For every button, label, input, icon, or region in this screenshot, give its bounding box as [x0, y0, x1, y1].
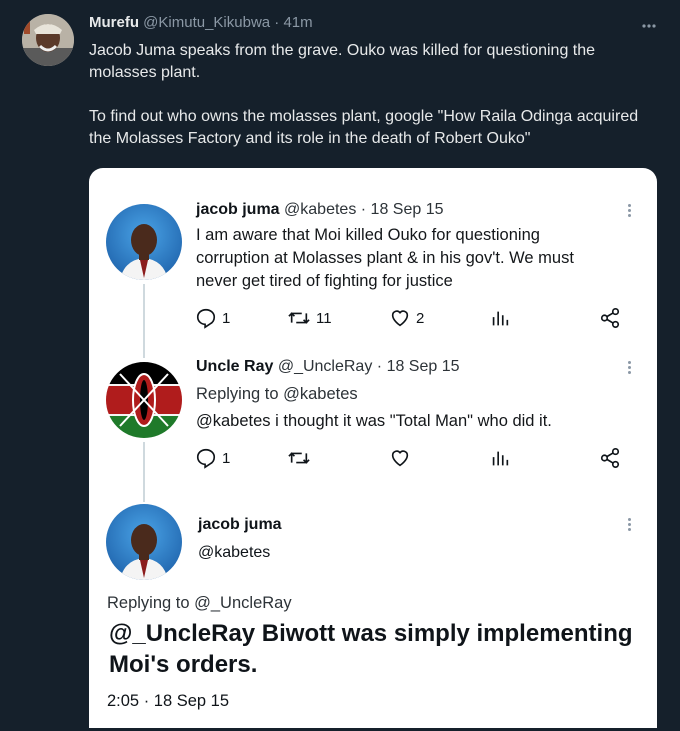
analytics-button[interactable] — [489, 306, 511, 330]
user-handle[interactable]: @kabetes — [284, 201, 356, 218]
dot-separator: · — [376, 358, 383, 375]
display-name[interactable]: jacob juma — [198, 516, 282, 534]
reply-count: 1 — [222, 309, 231, 327]
like-count: 2 — [416, 309, 425, 327]
outer-tweet-text: Jacob Juma speaks from the grave. Ouko w… — [89, 40, 659, 172]
reply-count: 1 — [222, 449, 231, 467]
analytics-icon — [489, 307, 511, 329]
tweet-text: @kabetes i thought it was "Total Man" wh… — [196, 412, 552, 430]
tweet-paragraph: Jacob Juma speaks from the grave. Ouko w… — [89, 42, 596, 81]
avatar[interactable] — [106, 362, 182, 438]
dot-separator: · — [274, 14, 280, 31]
thread-connector — [143, 284, 145, 358]
heart-icon — [389, 307, 411, 329]
tweet-time[interactable]: 41m — [283, 14, 312, 31]
dot-separator: · — [360, 201, 367, 218]
more-options-icon[interactable] — [626, 359, 632, 379]
retweet-button[interactable]: 11 — [287, 306, 332, 330]
display-name[interactable]: jacob juma — [196, 201, 280, 218]
retweet-button[interactable] — [287, 446, 311, 470]
tweet-date[interactable]: 18 Sep 15 — [387, 358, 460, 375]
more-options-icon[interactable] — [626, 202, 632, 222]
like-button[interactable]: 2 — [389, 306, 424, 330]
author-avatar[interactable] — [22, 14, 74, 66]
share-button[interactable] — [599, 306, 621, 330]
reply-icon — [195, 307, 217, 329]
tweet-header: Uncle Ray @_UncleRay · 18 Sep 15 — [196, 358, 460, 376]
share-icon — [599, 447, 621, 469]
tweet-actions: 1 11 2 — [195, 306, 631, 330]
author-name[interactable]: Murefu — [89, 14, 139, 31]
tweet-paragraph: To find out who owns the molasses plant,… — [89, 108, 639, 147]
more-options-icon[interactable] — [640, 16, 658, 36]
user-handle[interactable]: @_UncleRay — [278, 358, 373, 375]
share-button[interactable] — [599, 446, 621, 470]
tweet-actions: 1 — [195, 446, 631, 470]
reply-icon — [195, 447, 217, 469]
embedded-image-card[interactable]: jacob juma @kabetes · 18 Sep 15 I am awa… — [89, 168, 657, 728]
tweet-header: jacob juma @kabetes · 18 Sep 15 — [196, 201, 444, 219]
replying-to[interactable]: Replying to @kabetes — [196, 383, 616, 406]
more-options-icon[interactable] — [626, 516, 632, 536]
user-handle-text: @kabetes — [198, 544, 271, 561]
display-name-text: jacob juma — [198, 516, 282, 533]
tweet-timestamp[interactable]: 2:05 · 18 Sep 15 — [107, 690, 507, 713]
tweet-date[interactable]: 18 Sep 15 — [371, 201, 444, 218]
avatar[interactable] — [106, 504, 182, 580]
reply-button[interactable]: 1 — [195, 306, 230, 330]
reply-button[interactable]: 1 — [195, 446, 230, 470]
tweet-text: I am aware that Moi killed Ouko for ques… — [196, 226, 574, 290]
focused-tweet-text: @_UncleRay Biwott was simply implementin… — [109, 620, 633, 678]
thread-connector — [143, 442, 145, 502]
outer-tweet-header: Murefu @Kimutu_Kikubwa · 41m — [89, 14, 313, 31]
replying-to[interactable]: Replying to @_UncleRay — [107, 592, 607, 615]
display-name[interactable]: Uncle Ray — [196, 358, 273, 375]
retweet-count: 11 — [316, 309, 332, 327]
author-handle[interactable]: @Kimutu_Kikubwa — [143, 14, 270, 31]
analytics-button[interactable] — [489, 446, 511, 470]
user-handle[interactable]: @kabetes — [198, 544, 270, 562]
analytics-icon — [489, 447, 511, 469]
share-icon — [599, 307, 621, 329]
retweet-icon — [287, 447, 311, 469]
avatar[interactable] — [106, 204, 182, 280]
like-button[interactable] — [389, 446, 411, 470]
heart-icon — [389, 447, 411, 469]
retweet-icon — [287, 307, 311, 329]
